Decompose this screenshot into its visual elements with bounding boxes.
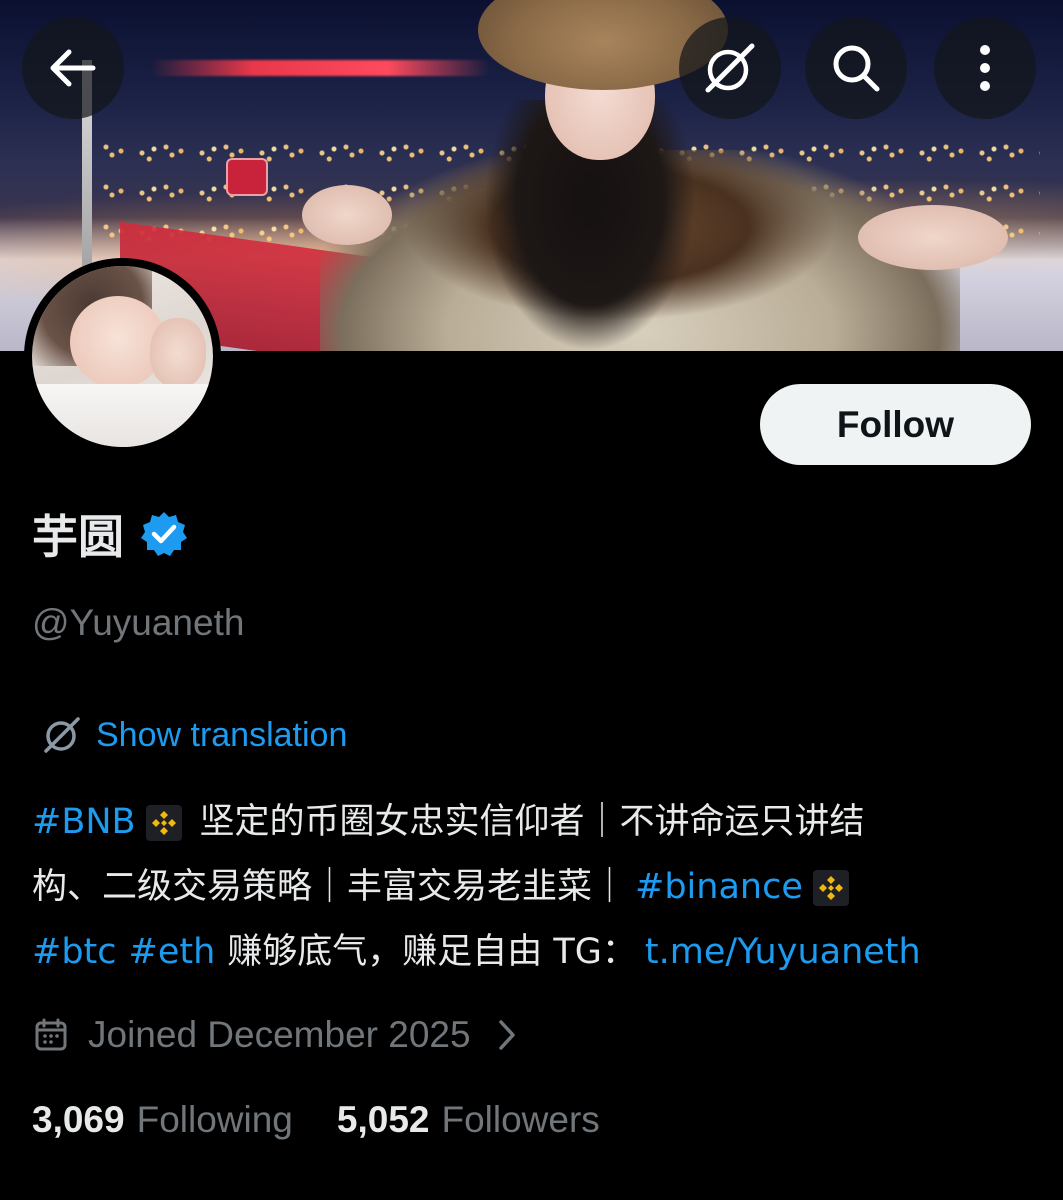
show-translation-label: Show translation: [96, 715, 348, 754]
hashtag-btc-link[interactable]: #btc: [32, 920, 117, 985]
vertical-dots-icon: [980, 45, 990, 91]
hashtag-eth-link[interactable]: #eth: [129, 920, 216, 985]
grok-button[interactable]: [679, 17, 781, 119]
back-button[interactable]: [22, 17, 124, 119]
following-label: Following: [136, 1099, 293, 1140]
profile-avatar[interactable]: [24, 258, 221, 455]
followers-label: Followers: [441, 1099, 600, 1140]
arrow-left-icon: [50, 49, 96, 87]
bio-text-3: 赚够底气，赚足自由 TG：: [227, 932, 637, 972]
grok-slash-circle-icon: [705, 43, 755, 93]
joined-date-row[interactable]: Joined December 2025: [34, 1010, 517, 1060]
profile-handle: @Yuyuaneth: [32, 602, 245, 643]
calendar-icon: [34, 1018, 68, 1052]
bio-line-3: #btc #eth 赚够底气，赚足自由 TG： t.me/Yuyuaneth: [32, 920, 1042, 985]
banner-left-hand: [302, 185, 392, 245]
banner-cable-car: [226, 158, 268, 196]
follow-button[interactable]: Follow: [760, 384, 1031, 465]
search-button[interactable]: [805, 17, 907, 119]
followers-count: 5,052: [336, 1099, 430, 1140]
grok-slash-circle-icon: [42, 715, 82, 755]
following-count: 3,069: [32, 1099, 125, 1140]
profile-bio: #BNB 坚定的币圈女忠实信仰者｜不讲命运只讲结 构、二级交易策略｜丰富交易老韭…: [32, 790, 1042, 985]
banner-light-streak: [150, 60, 490, 76]
avatar-image: [32, 266, 213, 447]
follow-stats: 3,069 Following 5,052 Followers: [32, 1096, 600, 1144]
more-options-button[interactable]: [934, 17, 1036, 119]
hashtag-binance-link[interactable]: #binance: [635, 855, 803, 920]
bio-line-2: 构、二级交易策略｜丰富交易老韭菜｜ #binance: [32, 855, 1042, 920]
hashtag-bnb-link[interactable]: #BNB: [32, 790, 136, 855]
bio-text-2: 构、二级交易策略｜丰富交易老韭菜｜: [32, 867, 628, 907]
avatar-pillow: [32, 384, 213, 447]
joined-date-text: Joined December 2025: [88, 1014, 471, 1055]
avatar-hand: [150, 318, 206, 388]
display-name: 芋圆: [32, 510, 124, 564]
binance-logo-icon: [145, 804, 182, 841]
search-icon: [833, 45, 880, 92]
binance-logo-icon: [812, 869, 849, 906]
following-stat[interactable]: 3,069 Following: [32, 1099, 293, 1141]
name-row: 芋圆: [32, 503, 188, 565]
chevron-right-icon: [497, 1019, 517, 1051]
bio-text-1: 坚定的币圈女忠实信仰者｜不讲命运只讲结: [199, 802, 865, 842]
verified-badge-icon[interactable]: [140, 510, 188, 558]
bio-line-1: #BNB 坚定的币圈女忠实信仰者｜不讲命运只讲结: [32, 790, 1042, 855]
followers-stat[interactable]: 5,052 Followers: [337, 1099, 600, 1141]
profile-page: Follow 芋圆 @Yuyuaneth Show translation #B…: [0, 0, 1063, 1200]
show-translation-button[interactable]: Show translation: [42, 714, 347, 756]
telegram-link[interactable]: t.me/Yuyuaneth: [645, 920, 921, 985]
banner-right-hand: [858, 205, 1008, 270]
